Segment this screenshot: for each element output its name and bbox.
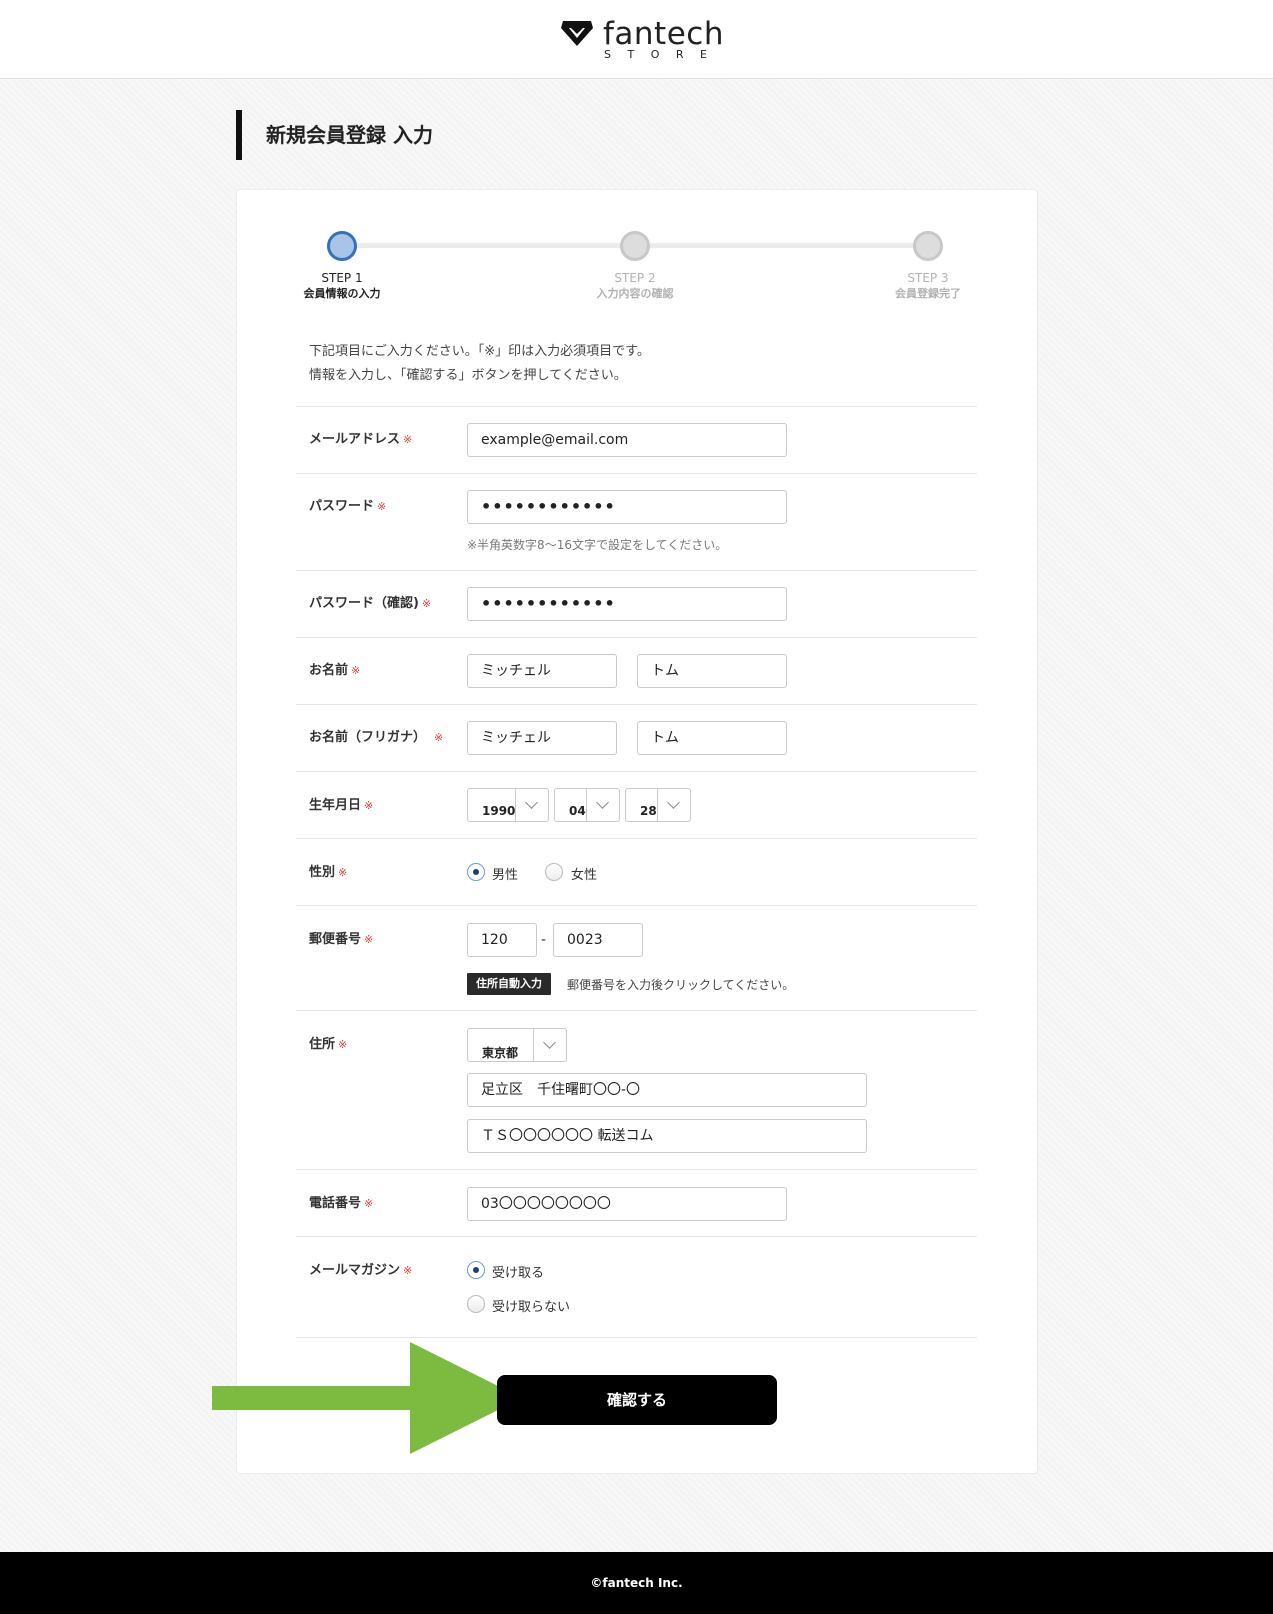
last-name-kana-input[interactable]: ミッチェル [467,721,617,755]
birth-day-select[interactable]: 28 [625,788,691,822]
address-autofill-hint: 郵便番号を入力後クリックしてください。 [567,978,795,992]
chevron-down-icon [657,789,690,821]
gender-label: 性別 ※ [309,865,348,880]
required-mark: ※ [403,1264,413,1277]
divider [296,1236,977,1237]
chevron-down-icon [533,1029,566,1061]
divider [296,406,977,407]
birthday-label: 生年月日 ※ [309,798,374,813]
newsletter-subscribe-radio[interactable] [467,1261,485,1279]
divider [296,838,977,839]
prefecture-value: 東京都 [482,1046,519,1060]
chevron-down-icon [515,789,548,821]
instruction-line-2: 情報を入力し、「確認する」ボタンを押してください。 [309,368,627,383]
password-confirm-label: パスワード（確認) ※ [309,596,432,611]
newsletter-label: メールマガジン ※ [309,1263,413,1278]
required-mark: ※ [421,597,432,610]
instruction-line-1: 下記項目にご入力ください。「※」印は入力必須項目です。 [309,344,650,359]
form-instructions: 下記項目にご入力ください。「※」印は入力必須項目です。 情報を入力し、「確認する… [309,340,650,388]
step-3-label: STEP 3 会員登録完了 [853,270,1003,302]
newsletter-subscribe-label[interactable]: 受け取る [492,1262,544,1281]
divider [296,570,977,571]
birth-year-select[interactable]: 1990 [467,788,549,822]
site-footer: ©fantech Inc. [0,1552,1273,1614]
address-autofill-button[interactable]: 住所自動入力 [467,973,551,995]
step-connector-2 [648,243,916,248]
last-name-input[interactable]: ミッチェル [467,654,617,688]
step-2-indicator [620,231,650,261]
birth-day-value: 28 [640,804,657,818]
step-3-text: 会員登録完了 [895,287,961,300]
divider [296,1010,977,1011]
site-logo[interactable]: fantech STORE [558,16,723,62]
divider [296,771,977,772]
address-label: 住所 ※ [309,1037,348,1052]
name-kana-label: お名前（フリガナ） ※ [309,730,444,745]
address-line1-input[interactable]: 足立区 千住曙町〇〇-〇 [467,1073,867,1107]
diamond-logo-icon [561,21,593,46]
step-3-indicator [913,231,943,261]
divider [296,473,977,474]
newsletter-unsubscribe-label[interactable]: 受け取らない [492,1296,570,1315]
required-mark: ※ [364,933,374,946]
gender-female-label[interactable]: 女性 [571,864,597,883]
birth-month-value: 04 [569,804,586,818]
password-input[interactable]: •••••••••••• [467,490,787,524]
step-1-text: 会員情報の入力 [303,287,381,300]
divider [296,637,977,638]
step-2-label: STEP 2 入力内容の確認 [560,270,710,302]
divider [296,1337,977,1338]
step-1-number: STEP 1 [321,271,363,285]
postal-code-label: 郵便番号 ※ [309,932,374,947]
required-mark: ※ [364,1197,374,1210]
prefecture-select[interactable]: 東京都 [467,1028,567,1062]
first-name-kana-input[interactable]: トム [637,721,787,755]
page-title: 新規会員登録 入力 [236,110,433,160]
green-arrow-icon [212,1342,522,1454]
postal-code-first-input[interactable]: 120 [467,923,537,957]
password-label: パスワード ※ [309,499,387,514]
gender-female-radio[interactable] [545,863,563,881]
step-3-number: STEP 3 [907,271,949,285]
confirm-button[interactable]: 確認する [497,1375,777,1425]
logo-subtitle: STORE [604,48,724,61]
name-label: お名前 ※ [309,663,361,678]
birth-year-value: 1990 [482,804,516,818]
chevron-down-icon [586,789,619,821]
copyright-text: ©fantech Inc. [590,1576,683,1590]
step-2-text: 入力内容の確認 [596,287,674,300]
postal-separator: - [541,932,547,948]
postal-code-second-input[interactable]: 0023 [553,923,643,957]
email-input[interactable]: example@email.com [467,423,787,457]
step-1-indicator [327,231,357,261]
required-mark: ※ [377,500,387,513]
site-header: fantech STORE [0,0,1273,79]
birth-month-select[interactable]: 04 [554,788,620,822]
newsletter-unsubscribe-radio[interactable] [467,1295,485,1313]
divider [296,704,977,705]
password-hint: ※半角英数字8〜16文字で設定をしてください。 [467,538,728,552]
step-connector-1 [354,243,624,248]
required-mark: ※ [351,664,361,677]
step-2-number: STEP 2 [614,271,656,285]
divider [296,1169,977,1170]
first-name-input[interactable]: トム [637,654,787,688]
gender-male-radio[interactable] [467,863,485,881]
address-line2-input[interactable]: ＴＳ〇〇〇〇〇〇 転送コム [467,1119,867,1153]
phone-input[interactable]: 03〇〇〇〇〇〇〇〇 [467,1187,787,1221]
required-mark: ※ [338,1038,348,1051]
required-mark: ※ [364,799,374,812]
step-1-label: STEP 1 会員情報の入力 [267,270,417,302]
password-confirm-input[interactable]: •••••••••••• [467,587,787,621]
divider [296,905,977,906]
required-mark: ※ [403,433,413,446]
logo-wordmark: fantech [603,16,724,52]
required-mark: ※ [338,866,348,879]
phone-label: 電話番号 ※ [309,1196,374,1211]
required-mark: ※ [434,731,444,744]
gender-male-label[interactable]: 男性 [492,864,518,883]
email-label: メールアドレス ※ [309,432,413,447]
